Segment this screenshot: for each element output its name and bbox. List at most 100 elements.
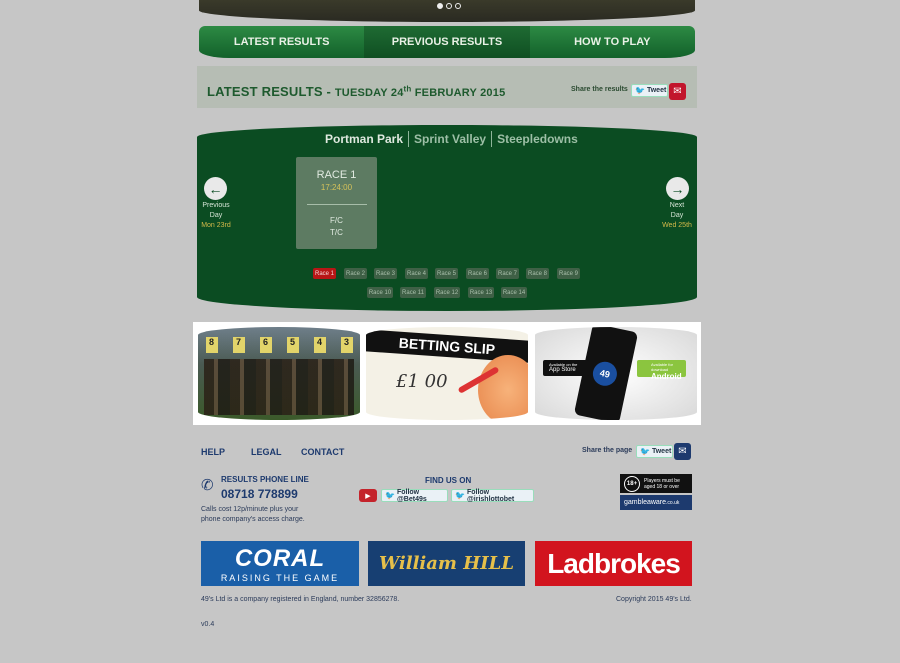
phone-number[interactable]: 08718 778899 [221,487,298,501]
android-label: Android [651,372,682,381]
gate-number: 5 [286,337,299,353]
course-tabs: Portman Park Sprint Valley Steepledowns [320,131,583,147]
carousel-dot-1[interactable] [437,3,443,9]
coral-name: CORAL [234,544,326,572]
previous-day-label[interactable]: Previous Day Mon 23rd [196,201,236,231]
follow-bet49s-button[interactable]: 🐦 Follow @Bet49s [381,488,448,503]
app-store-badge[interactable]: Available on the App Store [543,360,589,376]
race-button-10[interactable]: Race 10 [367,287,393,298]
gambleaware-domain: .co.uk [666,499,680,506]
android-badge[interactable]: Available for download Android [637,360,686,381]
next-day-date: Wed 25th [662,222,692,229]
gambleaware-logo[interactable]: gambleaware .co.uk [620,495,692,510]
race-button-6[interactable]: Race 6 [466,268,489,279]
race-result-card: RACE 1 17:24:00 F/C T/C [296,157,377,249]
coral-logo[interactable]: CORAL RAISING THE GAME [201,541,359,586]
course-tab-steepledowns[interactable]: Steepledowns [492,132,583,146]
share-page-label: Share the page [582,447,633,454]
follow1-label: Follow @Bet49s [396,488,427,503]
follow-irishlottobet-button[interactable]: 🐦 Follow @irishlottobet [451,488,534,503]
previous-day-line2: Day [209,212,223,219]
william-hill-name: William HILL [379,553,514,574]
tweet-label: Tweet [651,448,672,455]
promo-starting-gate[interactable]: 8 7 6 5 4 3 [198,327,360,420]
version-text: v0.4 [201,621,215,628]
gambleaware-name: gambleaware [624,499,667,506]
tab-latest-results[interactable]: LATEST RESULTS [199,26,365,58]
betting-slip-amount: £1 00 [396,371,448,392]
tab-previous-results[interactable]: PREVIOUS RESULTS [364,26,530,58]
twitter-bird-icon: 🐦 [455,491,465,500]
course-tab-portman-park[interactable]: Portman Park [320,132,408,146]
next-day-label[interactable]: Next Day Wed 25th [657,201,697,231]
promo-mobile-app[interactable]: 49 Available on the App Store Available … [535,327,697,420]
follow2-label: Follow @irishlottobet [466,488,515,503]
footer-link-legal[interactable]: LEGAL [251,447,282,457]
phone-icon: ✆ [201,477,214,494]
email-results-icon[interactable]: ✉ [669,83,686,100]
race-button-13[interactable]: Race 13 [468,287,494,298]
app-logo: 49 [590,359,620,389]
race-button-1[interactable]: Race 1 [313,268,336,279]
email-page-icon[interactable]: ✉ [674,443,691,460]
race-button-2[interactable]: Race 2 [344,268,367,279]
carousel-dots[interactable] [437,3,461,9]
race-button-7[interactable]: Race 7 [496,268,519,279]
phone-line-title: RESULTS PHONE LINE [221,475,309,484]
share-results-label: Share the results [571,86,628,93]
next-day-arrow-icon[interactable]: → [666,177,689,200]
company-text: 49's Ltd is a company registered in Engl… [201,596,400,603]
previous-day-arrow-icon[interactable]: ← [204,177,227,200]
gate-number: 4 [313,337,326,353]
carousel-dot-3[interactable] [455,3,461,9]
race-button-5[interactable]: Race 5 [435,268,458,279]
race-button-4[interactable]: Race 4 [405,268,428,279]
twitter-bird-icon: 🐦 [635,86,645,95]
tricast-label: T/C [330,228,343,237]
race-button-3[interactable]: Race 3 [374,268,397,279]
race-time: 17:24:00 [320,183,353,192]
title-date-day: TUESDAY 24 [334,87,404,99]
app-store-label: App Store [549,367,576,373]
course-tab-sprint-valley[interactable]: Sprint Valley [409,132,491,146]
age-restriction-badge: 18+ Players must be aged 18 or over [620,474,692,493]
race-button-9[interactable]: Race 9 [557,268,580,279]
race-button-14[interactable]: Race 14 [501,287,527,298]
page-title: LATEST RESULTS - TUESDAY 24th FEBRUARY 2… [207,84,505,99]
tweet-page-button[interactable]: 🐦 Tweet [636,445,673,458]
find-us-label: FIND US ON [425,476,472,485]
previous-day-line1: Previous [202,202,230,209]
race-title: RACE 1 [316,169,357,181]
next-day-line1: Next [669,202,685,209]
title-dash: - [326,84,332,99]
previous-day-date: Mon 23rd [201,222,231,229]
title-date-rest: FEBRUARY 2015 [414,87,506,99]
race-button-8[interactable]: Race 8 [526,268,549,279]
tweet-results-button[interactable]: 🐦 Tweet [631,84,668,97]
ladbrokes-logo[interactable]: Ladbrokes [535,541,692,586]
footer-link-help[interactable]: HELP [201,447,225,457]
gate-number: 7 [232,337,245,353]
hand-image [478,355,528,420]
tab-how-to-play[interactable]: HOW TO PLAY [529,26,695,58]
android-top: Available for download [651,362,673,372]
main-nav: LATEST RESULTS PREVIOUS RESULTS HOW TO P… [199,26,695,58]
gate-numbers: 8 7 6 5 4 3 [198,337,360,353]
phone-note: Calls cost 12p/minute plus your phone co… [201,506,305,523]
next-day-line2: Day [670,212,684,219]
promo-betting-slip[interactable]: BETTING SLIP £1 00 [366,327,528,420]
hero-banner [199,0,695,22]
race-button-11[interactable]: Race 11 [400,287,426,298]
coral-tagline: RAISING THE GAME [220,572,340,583]
william-hill-logo[interactable]: William HILL [368,541,525,586]
race-button-12[interactable]: Race 12 [434,287,460,298]
age-text: Players must be aged 18 or over [644,477,680,490]
title-date: TUESDAY 24th FEBRUARY 2015 [334,84,506,99]
carousel-dot-2[interactable] [446,3,452,9]
footer-link-contact[interactable]: CONTACT [301,447,344,457]
title-prefix: LATEST RESULTS [207,84,323,99]
youtube-icon[interactable]: ▶ [359,489,377,502]
gate-number: 6 [259,337,272,353]
gate-number: 8 [205,337,218,353]
title-date-suffix: th [403,84,412,94]
